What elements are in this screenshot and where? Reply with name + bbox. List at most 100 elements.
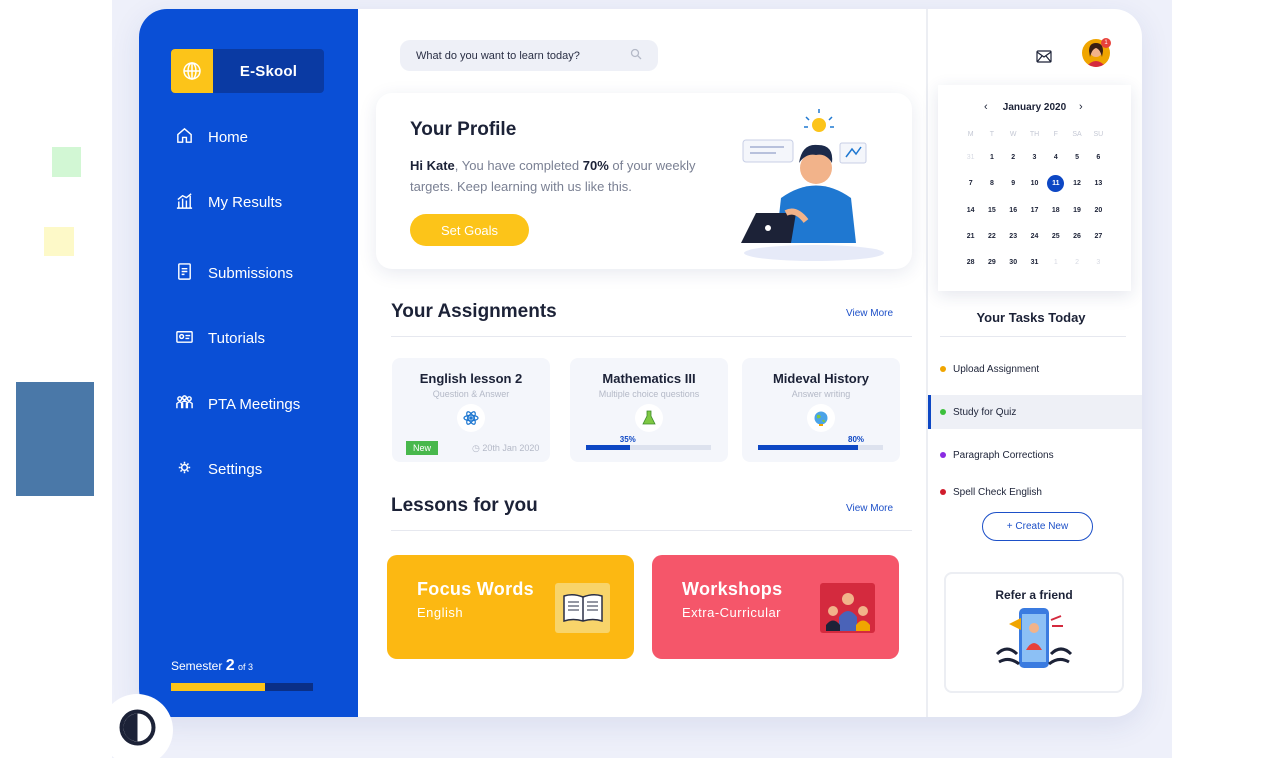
progress-fill <box>758 445 858 450</box>
calendar-day[interactable]: 15 <box>981 203 1002 218</box>
calendar-day[interactable]: 14 <box>960 203 981 218</box>
refer-illustration <box>995 608 1073 668</box>
calendar-day[interactable]: 25 <box>1045 229 1066 244</box>
calendar-next-button[interactable]: › <box>1079 101 1083 113</box>
profile-percent: 70% <box>582 158 609 173</box>
assignments-title: Your Assignments <box>391 301 557 322</box>
calendar-day[interactable]: 16 <box>1003 203 1024 218</box>
profile-card: Your Profile Hi Kate, You have completed… <box>376 93 912 269</box>
calendar-day[interactable]: 18 <box>1045 203 1066 218</box>
sidebar-item-my-results[interactable]: My Results <box>175 191 282 214</box>
task-item-active[interactable]: Study for Quiz <box>928 395 1142 429</box>
sidebar-item-tutorials[interactable]: Tutorials <box>175 327 265 350</box>
calendar-day[interactable]: 29 <box>981 255 1002 270</box>
create-new-task-button[interactable]: + Create New <box>982 512 1093 541</box>
search-placeholder: What do you want to learn today? <box>416 49 580 62</box>
atom-icon <box>457 404 485 432</box>
assignments-divider <box>391 336 912 337</box>
gear-icon <box>175 458 194 481</box>
calendar-day[interactable]: 31 <box>960 150 981 165</box>
progress-label: 80% <box>848 435 865 444</box>
task-dot <box>940 489 946 495</box>
calendar-day[interactable]: 8 <box>981 176 1002 191</box>
progress-fill <box>586 445 630 450</box>
task-item[interactable]: Upload Assignment <box>928 352 1142 386</box>
calendar-day[interactable]: 21 <box>960 229 981 244</box>
decor-square-green <box>52 147 81 177</box>
sidebar-item-label: Submissions <box>208 265 294 282</box>
people-icon <box>175 393 194 416</box>
assignments-view-more-link[interactable]: View More <box>846 308 893 319</box>
calendar-grid: M T W TH F SA SU 31 1 2 3 4 5 6 7 8 9 10 11 12 13 14 15 16 17 18 1… <box>960 131 1109 270</box>
calendar-day[interactable]: 30 <box>1003 255 1024 270</box>
semester-prefix: Semester <box>171 659 223 673</box>
calendar-day[interactable]: 2 <box>1066 255 1087 270</box>
calendar-day[interactable]: 22 <box>981 229 1002 244</box>
sidebar-item-home[interactable]: Home <box>175 126 248 149</box>
calendar-day[interactable]: 3 <box>1024 150 1045 165</box>
semester-progress-bar <box>171 683 313 691</box>
calendar-day[interactable]: 5 <box>1066 150 1087 165</box>
calendar-day[interactable]: 7 <box>960 176 981 191</box>
lesson-title: Workshops <box>682 579 783 599</box>
calendar-day[interactable]: 11 <box>1047 175 1065 192</box>
calendar-day[interactable]: 28 <box>960 255 981 270</box>
sidebar-item-settings[interactable]: Settings <box>175 458 262 481</box>
brand-name: E-Skool <box>239 62 298 80</box>
calendar-day[interactable]: 24 <box>1024 229 1045 244</box>
calendar-day[interactable]: 26 <box>1066 229 1087 244</box>
calendar-day[interactable]: 31 <box>1024 255 1045 270</box>
calendar-day[interactable]: 19 <box>1066 203 1087 218</box>
calendar-day[interactable]: 9 <box>1003 176 1024 191</box>
mail-icon[interactable] <box>1036 50 1052 68</box>
search-input[interactable]: What do you want to learn today? <box>400 40 658 71</box>
lessons-divider <box>391 530 912 531</box>
task-dot <box>940 452 946 458</box>
task-label: Paragraph Corrections <box>953 449 1054 461</box>
task-item[interactable]: Spell Check English <box>928 475 1142 509</box>
refer-a-friend-card[interactable]: Refer a friend <box>944 572 1124 693</box>
book-icon <box>555 583 610 633</box>
brand-logo[interactable]: E-Skool <box>171 49 324 93</box>
assignment-card-english[interactable]: English lesson 2 Question & Answer New ◷… <box>392 358 550 462</box>
assignment-card-mathematics[interactable]: Mathematics III Multiple choice question… <box>570 358 728 462</box>
calendar-day[interactable]: 6 <box>1088 150 1109 165</box>
due-date-text: 20th Jan 2020 <box>482 443 540 453</box>
calendar-day[interactable]: 1 <box>1045 255 1066 270</box>
search-icon[interactable] <box>630 48 642 63</box>
contrast-toggle-button[interactable] <box>101 694 173 766</box>
sidebar-item-pta-meetings[interactable]: PTA Meetings <box>175 393 300 416</box>
calendar-day[interactable]: 17 <box>1024 203 1045 218</box>
set-goals-button[interactable]: Set Goals <box>410 214 529 246</box>
task-dot <box>940 366 946 372</box>
assignment-card-history[interactable]: Mideval History Answer writing 80% <box>742 358 900 462</box>
lesson-card-workshops[interactable]: Workshops Extra-Curricular <box>652 555 899 659</box>
task-item[interactable]: Paragraph Corrections <box>928 438 1142 472</box>
semester-progress-fill <box>171 683 265 691</box>
calendar-weekday: T <box>989 131 995 138</box>
calendar-day[interactable]: 10 <box>1024 176 1045 191</box>
calendar-day[interactable]: 1 <box>981 150 1002 165</box>
calendar: ‹ January 2020 › M T W TH F SA SU 31 1 2 3 4 5 6 7 8 9 10… <box>938 85 1131 291</box>
calendar-day[interactable]: 27 <box>1088 229 1109 244</box>
assignment-progress-bar: 80% <box>758 435 883 450</box>
sidebar: E-Skool Home My Results Submissions Tuto… <box>139 9 358 717</box>
calendar-day[interactable]: 4 <box>1045 150 1066 165</box>
lesson-card-focus-words[interactable]: Focus Words English <box>387 555 634 659</box>
sidebar-item-submissions[interactable]: Submissions <box>175 262 293 285</box>
calendar-day[interactable]: 12 <box>1066 176 1087 191</box>
assignment-title: Mathematics III <box>602 371 696 386</box>
calendar-day[interactable]: 2 <box>1003 150 1024 165</box>
calendar-day[interactable]: 3 <box>1088 255 1109 270</box>
notification-badge: 1 <box>1101 38 1111 48</box>
new-badge: New <box>406 441 439 455</box>
home-icon <box>175 126 194 149</box>
lessons-view-more-link[interactable]: View More <box>846 503 893 514</box>
semester-label: Semester 2 of 3 <box>171 657 253 675</box>
calendar-day[interactable]: 13 <box>1088 176 1109 191</box>
calendar-day[interactable]: 20 <box>1088 203 1109 218</box>
calendar-day[interactable]: 23 <box>1003 229 1024 244</box>
document-icon <box>175 262 194 285</box>
right-panel: 1 ‹ January 2020 › M T W TH F SA SU 31 1 2 3 4 5 6 7 8 9… <box>926 9 1142 717</box>
calendar-weekday: SU <box>1093 131 1104 138</box>
